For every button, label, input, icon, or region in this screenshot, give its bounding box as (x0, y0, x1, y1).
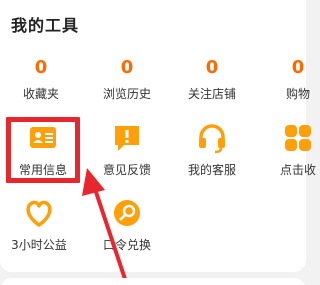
annotation-arrow (82, 168, 128, 283)
next-card (0, 278, 306, 285)
